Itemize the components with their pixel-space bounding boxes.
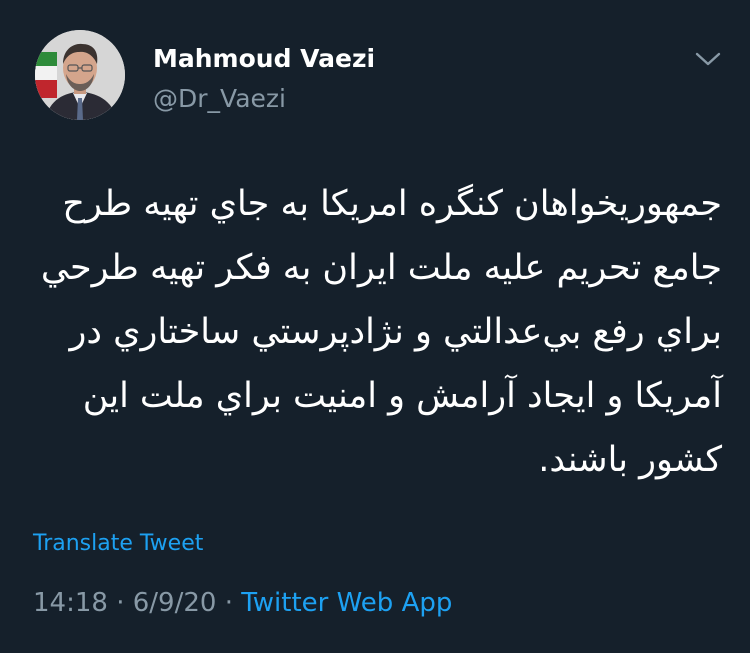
profile-photo: [35, 30, 125, 120]
author-display-name[interactable]: Mahmoud Vaezi: [153, 44, 375, 73]
tweet-text: جمهوريخواهان کنگره امريکا به جاي تهيه طر…: [40, 184, 722, 480]
avatar[interactable]: [35, 30, 125, 120]
tweet-date[interactable]: 6/9/20: [133, 588, 217, 618]
meta-separator: ·: [224, 588, 233, 618]
translate-tweet-link[interactable]: Translate Tweet: [33, 531, 203, 556]
tweet-metadata: 14:18 · 6/9/20 · Twitter Web App: [33, 588, 452, 618]
meta-separator: ·: [116, 588, 125, 618]
author-handle[interactable]: @Dr_Vaezi: [153, 84, 286, 113]
chevron-down-icon[interactable]: [694, 48, 722, 70]
tweet-time[interactable]: 14:18: [33, 588, 108, 618]
tweet-source-link[interactable]: Twitter Web App: [241, 588, 452, 618]
tweet-card: Mahmoud Vaezi @Dr_Vaezi جمهوريخواهان کنگ…: [0, 0, 750, 653]
